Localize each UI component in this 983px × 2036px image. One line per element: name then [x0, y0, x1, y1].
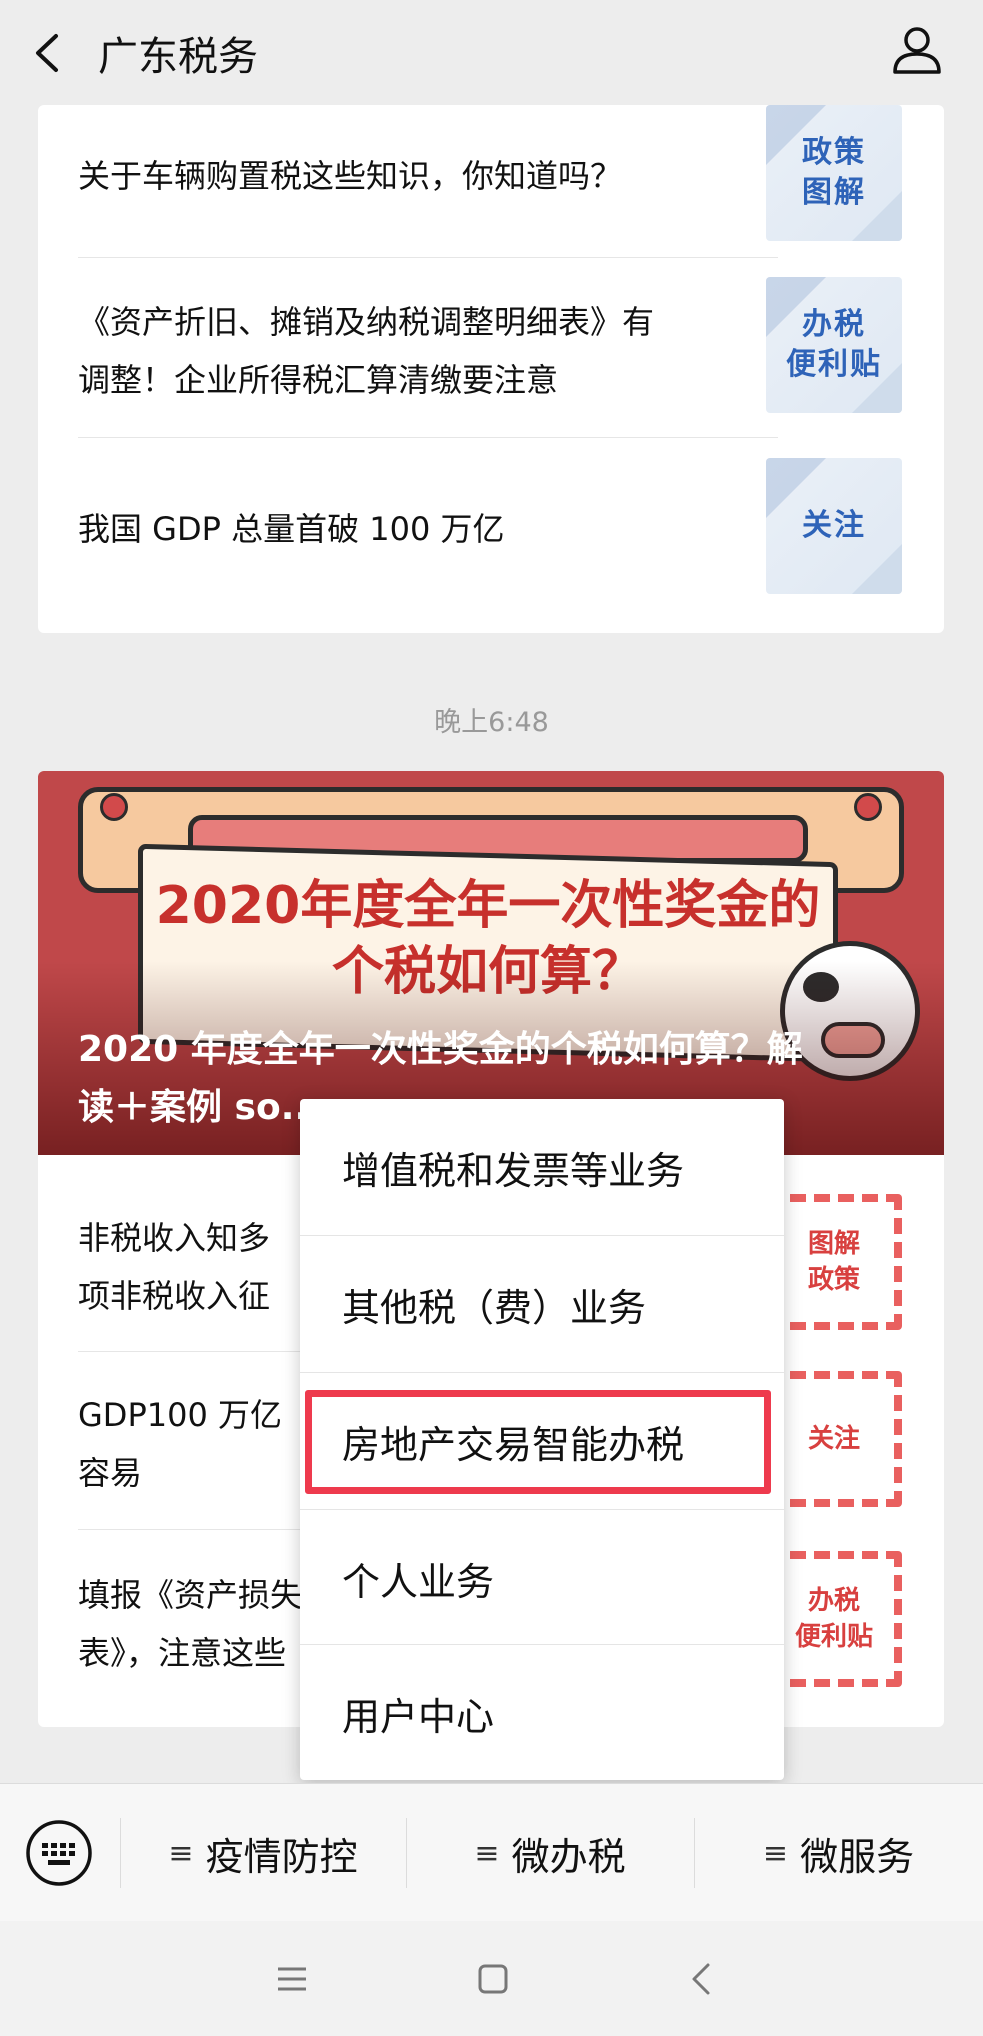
- title-line: 调整！企业所得税汇算清缴要注意: [78, 361, 559, 399]
- chevron-left-icon: [36, 34, 58, 72]
- menu-lines-icon: ≡: [474, 1835, 500, 1871]
- system-back-button[interactable]: [680, 1957, 724, 2001]
- article-thumb-5[interactable]: 关注: [766, 1371, 902, 1507]
- article-thumb-1[interactable]: 政策 图解: [766, 105, 902, 241]
- divider: [78, 257, 778, 258]
- menu-item-vat-invoice[interactable]: 增值税和发票等业务: [300, 1099, 784, 1235]
- top-bar: 广东税务: [0, 0, 983, 105]
- highlight-annotation: [305, 1390, 771, 1494]
- thumb-label: 图解: [802, 175, 866, 210]
- menu-tab-micro-tax[interactable]: ≡ 微办税: [406, 1784, 694, 1922]
- menu-tab-label: 疫情防控: [205, 1834, 358, 1879]
- thumb-label: 关注: [807, 1424, 860, 1454]
- bottom-menu-bar: ≡ 疫情防控 ≡ 微办税 ≡ 微服务: [0, 1783, 983, 1921]
- menu-tab-label: 微办税: [511, 1834, 626, 1879]
- article-title-1[interactable]: 关于车辆购置税这些知识，你知道吗？: [78, 147, 778, 205]
- menu-tab-epidemic[interactable]: ≡ 疫情防控: [120, 1784, 406, 1922]
- thumb-label: 便利贴: [794, 1622, 873, 1652]
- banner-dot: [100, 793, 128, 821]
- thumb-label: 办税: [802, 307, 866, 342]
- user-icon: [893, 27, 941, 74]
- article-thumb-6[interactable]: 办税 便利贴: [766, 1551, 902, 1687]
- thumb-label: 政策: [807, 1265, 860, 1295]
- caption-line: 2020 年度全年一次性奖金的个税如何算？解: [78, 1029, 803, 1070]
- thumb-label: 关注: [802, 508, 866, 543]
- thumb-label: 便利贴: [786, 347, 882, 382]
- chevron-left-icon: [692, 1963, 710, 1995]
- art-line: 2020年度全年一次性奖金的: [155, 876, 821, 936]
- system-nav-bar: [0, 1921, 983, 2036]
- menu-item-other-taxes[interactable]: 其他税（费）业务: [300, 1236, 784, 1372]
- profile-button[interactable]: [887, 20, 947, 80]
- page-title: 广东税务: [98, 34, 258, 80]
- back-button[interactable]: [28, 28, 68, 78]
- menu-tab-micro-service[interactable]: ≡ 微服务: [694, 1784, 983, 1922]
- menu-icon: [278, 1967, 306, 1991]
- recent-apps-button[interactable]: [270, 1957, 314, 2001]
- thumb-label: 政策: [802, 135, 866, 170]
- article-thumb-4[interactable]: 图解 政策: [766, 1194, 902, 1330]
- menu-tab-label: 微服务: [800, 1834, 915, 1879]
- title-line: 《资产折旧、摊销及纳税调整明细表》有: [78, 303, 655, 341]
- article-thumb-3[interactable]: 关注: [766, 458, 902, 594]
- message-timestamp: 晚上6:48: [434, 707, 549, 738]
- home-button[interactable]: [471, 1957, 515, 2001]
- article-title-3[interactable]: 我国 GDP 总量首破 100 万亿: [78, 500, 778, 558]
- article-card-1: 关于车辆购置税这些知识，你知道吗？ 政策图解 《资产折旧、摊销及纳税调整明细表》…: [38, 105, 944, 633]
- keyboard-toggle-button[interactable]: [24, 1818, 94, 1888]
- square-icon: [478, 1964, 508, 1994]
- article-thumb-2[interactable]: 办税 便利贴: [766, 277, 902, 413]
- keyboard-icon: [26, 1820, 92, 1886]
- divider: [78, 437, 778, 438]
- menu-lines-icon: ≡: [762, 1835, 789, 1871]
- menu-lines-icon: ≡: [168, 1835, 194, 1871]
- thumb-label: 图解: [807, 1229, 860, 1259]
- banner-dot: [854, 793, 882, 821]
- thumb-label: 办税: [807, 1586, 860, 1616]
- article-title-2[interactable]: 《资产折旧、摊销及纳税调整明细表》有 调整！企业所得税汇算清缴要注意: [78, 293, 778, 409]
- menu-item-user-center[interactable]: 用户中心: [300, 1645, 784, 1781]
- menu-item-personal[interactable]: 个人业务: [300, 1510, 784, 1646]
- article-banner[interactable]: 2020年度全年一次性奖金的 个税如何算？ 2020 年度全年一次性奖金的个税如…: [38, 771, 944, 1155]
